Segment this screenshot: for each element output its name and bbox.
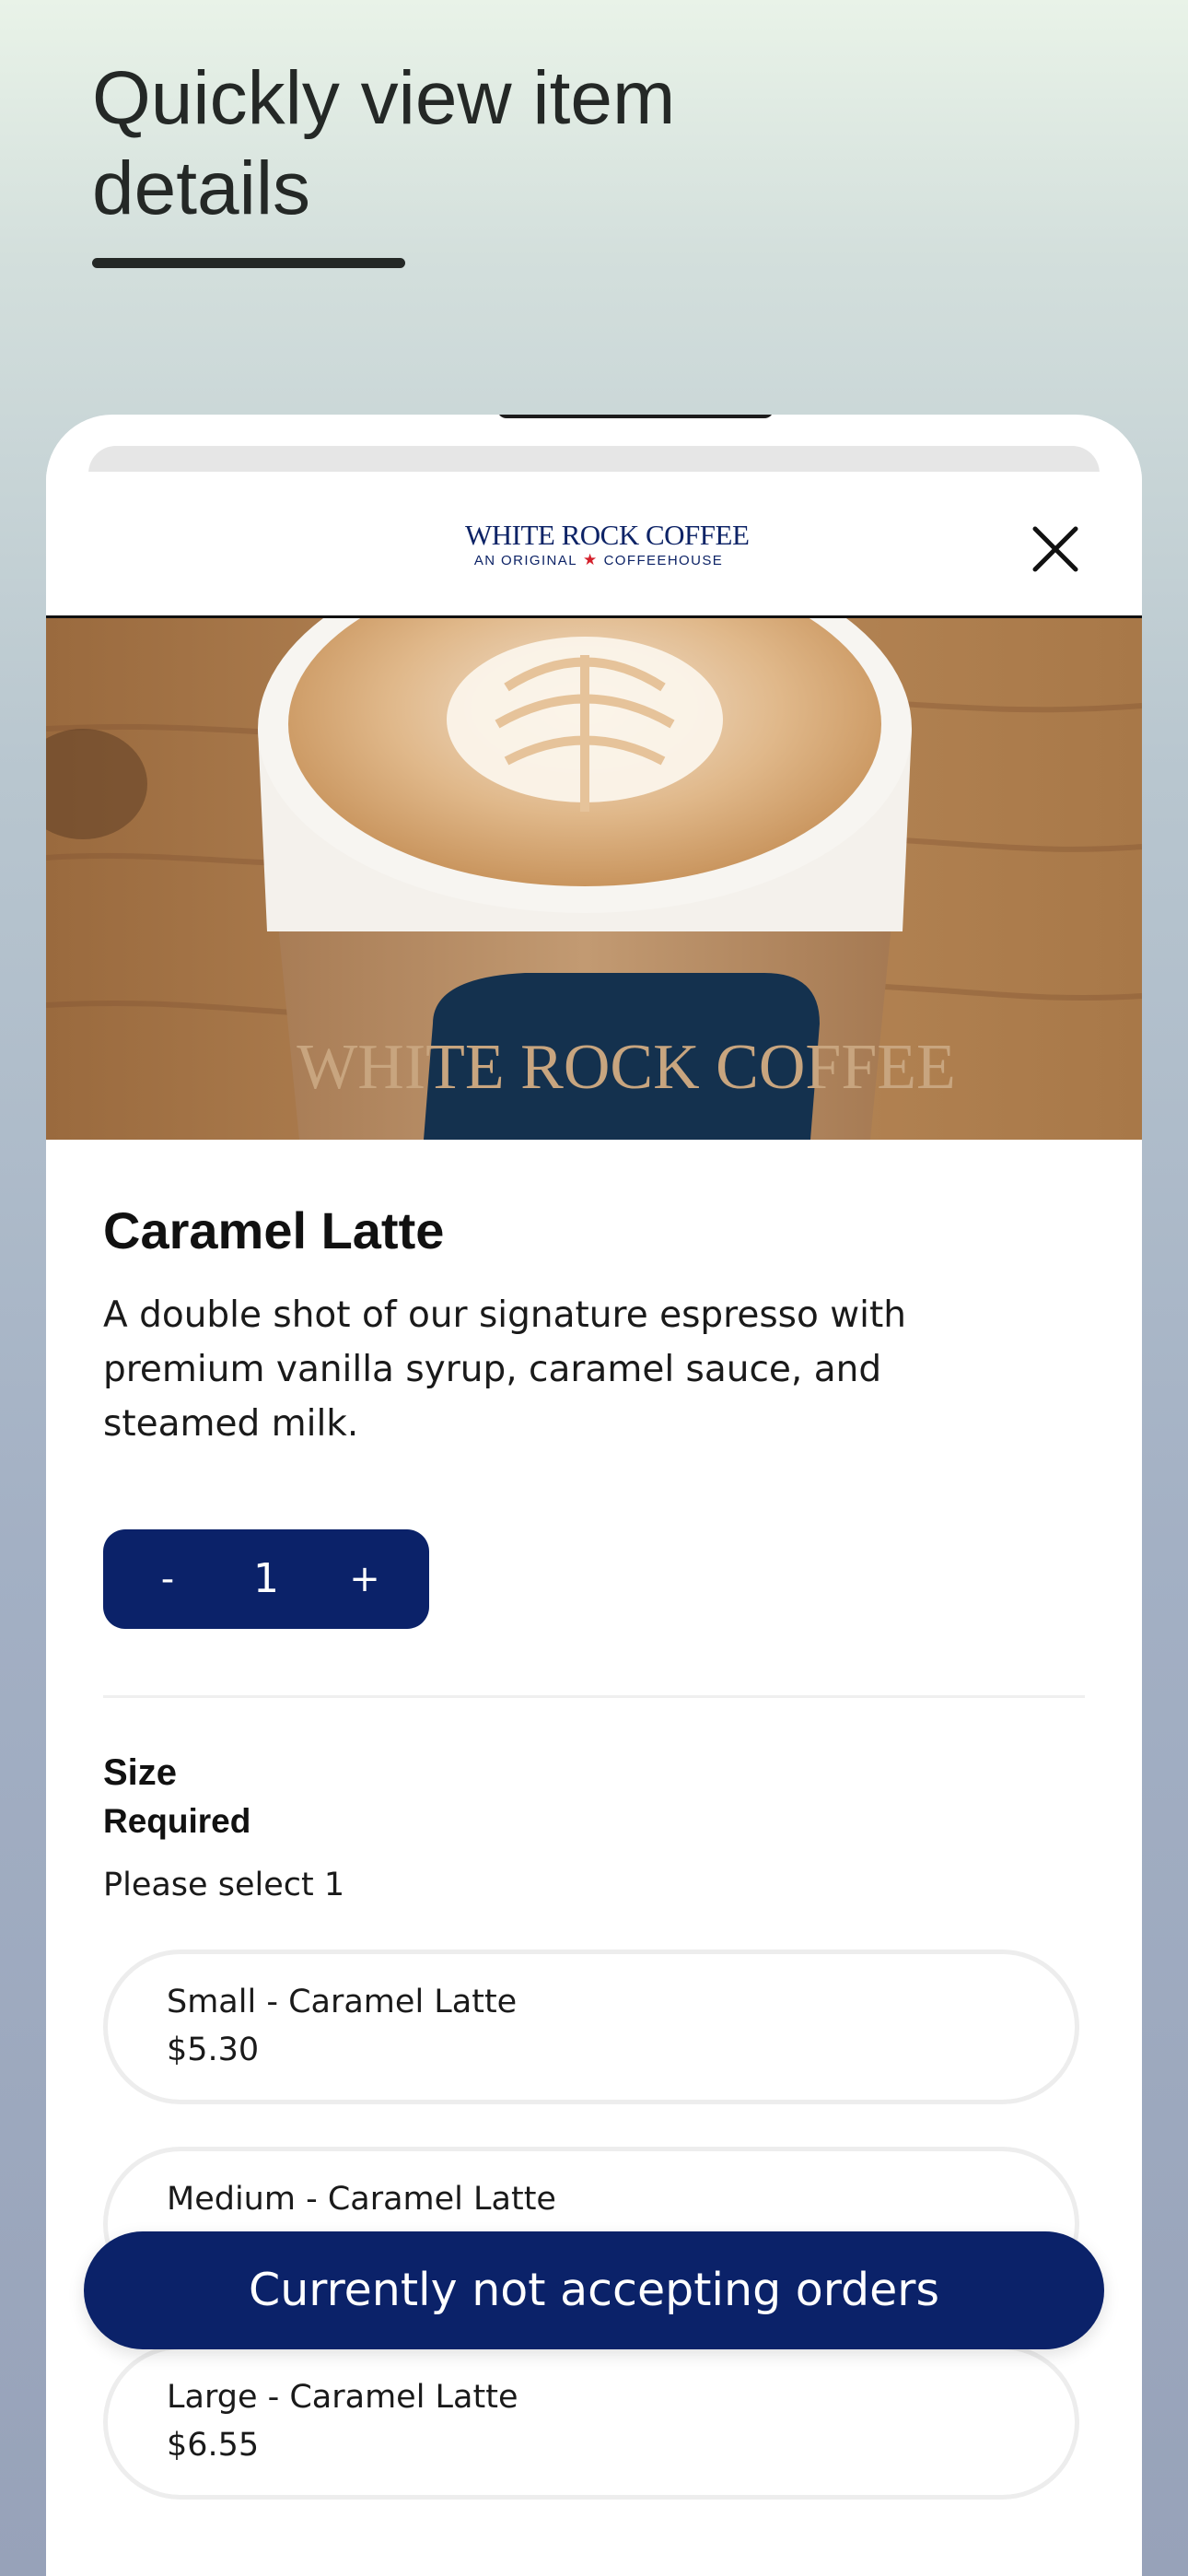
item-title: Caramel Latte bbox=[103, 1201, 445, 1259]
size-group-label: Size bbox=[103, 1752, 178, 1793]
quantity-stepper: - 1 + bbox=[103, 1529, 429, 1629]
dynamic-island bbox=[497, 415, 774, 418]
select-hint: Please select 1 bbox=[103, 1867, 345, 1903]
required-badge: Required bbox=[103, 1802, 251, 1840]
size-option-name: Small - Caramel Latte bbox=[167, 1984, 518, 2020]
size-option-large[interactable]: Large - Caramel Latte $6.55 bbox=[103, 2345, 1079, 2500]
heading-underline bbox=[92, 258, 405, 268]
size-option-name: Large - Caramel Latte bbox=[167, 2379, 518, 2416]
modal-header: WHITE ROCK COFFEE AN ORIGINAL ★ COFFEEHOUS… bbox=[46, 472, 1142, 618]
increase-quantity-button[interactable]: + bbox=[337, 1529, 392, 1629]
size-option-small[interactable]: Small - Caramel Latte $5.30 bbox=[103, 1950, 1079, 2104]
logo-tagline: AN ORIGINAL ★ COFFEEHOUSE bbox=[465, 551, 732, 570]
logo-wordmark: WHITE ROCK COFFEE bbox=[465, 519, 750, 551]
logo-tagline-left: AN ORIGINAL bbox=[473, 553, 577, 568]
decrease-quantity-button[interactable]: - bbox=[140, 1529, 195, 1629]
item-details: Caramel Latte A double shot of our signa… bbox=[103, 1200, 1085, 2500]
item-photo: WHITE ROCK COFFEE bbox=[46, 618, 1142, 1140]
brand-logo: WHITE ROCK COFFEE AN ORIGINAL ★ COFFEEHOUS… bbox=[465, 519, 750, 575]
close-icon bbox=[1032, 526, 1078, 572]
cup-print-text: WHITE ROCK COFFEE bbox=[297, 1032, 956, 1103]
size-option-price: $6.55 bbox=[167, 2427, 260, 2464]
order-status-button[interactable]: Currently not accepting orders bbox=[84, 2231, 1104, 2349]
logo-tagline-right: COFFEEHOUSE bbox=[603, 553, 724, 568]
section-divider bbox=[103, 1695, 1085, 1698]
texas-star-icon: ★ bbox=[582, 551, 599, 568]
quantity-value: 1 bbox=[253, 1555, 279, 1602]
page-heading: Quickly view item details bbox=[92, 56, 676, 230]
size-option-price: $5.30 bbox=[167, 2032, 260, 2068]
item-description: A double shot of our signature espresso … bbox=[103, 1294, 906, 1445]
size-option-name: Medium - Caramel Latte bbox=[167, 2181, 556, 2218]
close-button[interactable] bbox=[1030, 523, 1081, 575]
